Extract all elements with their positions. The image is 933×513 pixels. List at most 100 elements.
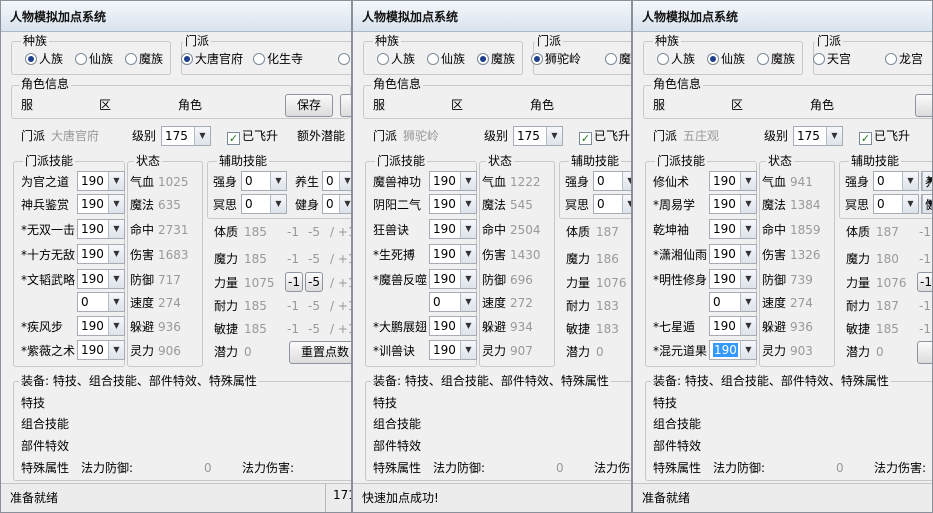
chevron-down-icon[interactable]: ▼ bbox=[740, 172, 756, 190]
race-option-1[interactable]: 仙族 bbox=[427, 52, 465, 67]
chevron-down-icon[interactable]: ▼ bbox=[108, 195, 124, 213]
skill-level-5[interactable]: 0 ▼ bbox=[429, 292, 477, 312]
level-select[interactable]: 175 ▼ bbox=[513, 126, 563, 146]
chevron-down-icon[interactable]: ▼ bbox=[108, 317, 124, 335]
sect-option-0[interactable]: 狮驼岭 bbox=[531, 52, 581, 67]
chevron-down-icon[interactable]: ▼ bbox=[460, 245, 476, 263]
skill-level-7[interactable]: 190 ▼ bbox=[709, 340, 757, 360]
skill-level-1[interactable]: 190 ▼ bbox=[709, 194, 757, 214]
chevron-down-icon[interactable]: ▼ bbox=[740, 293, 756, 311]
sect-option-0[interactable]: 大唐官府 bbox=[181, 52, 243, 67]
radio-icon[interactable] bbox=[657, 53, 669, 65]
skill-level-3[interactable]: 190 ▼ bbox=[77, 244, 125, 264]
chevron-down-icon[interactable]: ▼ bbox=[108, 172, 124, 190]
radio-icon[interactable] bbox=[707, 53, 719, 65]
chevron-down-icon[interactable]: ▼ bbox=[460, 220, 476, 238]
chevron-down-icon[interactable]: ▼ bbox=[460, 317, 476, 335]
sect-option-1[interactable]: 化生寺 bbox=[253, 52, 303, 67]
skill-level-7[interactable]: 190 ▼ bbox=[77, 340, 125, 360]
race-option-2[interactable]: 魔族 bbox=[477, 52, 515, 67]
flew-checkbox[interactable]: ✓ 已飞升 bbox=[579, 129, 630, 145]
radio-icon[interactable] bbox=[605, 53, 617, 65]
race-option-0[interactable]: 人族 bbox=[25, 52, 63, 67]
skill-level-2[interactable]: 190 ▼ bbox=[77, 219, 125, 239]
minus5-button[interactable]: -5 bbox=[305, 272, 323, 292]
chevron-down-icon[interactable]: ▼ bbox=[339, 172, 351, 190]
save-button[interactable] bbox=[915, 94, 932, 117]
radio-icon[interactable] bbox=[377, 53, 389, 65]
reset-points-button[interactable]: 重置点数 bbox=[289, 341, 351, 364]
sect-option-0[interactable]: 天宫 bbox=[813, 52, 851, 67]
flew-checkbox[interactable]: ✓ 已飞升 bbox=[227, 129, 278, 145]
aux-skill-level-0[interactable]: 0▼ bbox=[241, 171, 287, 191]
skill-level-4[interactable]: 190 ▼ bbox=[77, 269, 125, 289]
chevron-down-icon[interactable]: ▼ bbox=[270, 195, 286, 213]
skill-level-0[interactable]: 190 ▼ bbox=[709, 171, 757, 191]
chevron-down-icon[interactable]: ▼ bbox=[460, 172, 476, 190]
skill-level-0[interactable]: 190 ▼ bbox=[77, 171, 125, 191]
chevron-down-icon[interactable]: ▼ bbox=[546, 127, 562, 145]
radio-icon[interactable] bbox=[427, 53, 439, 65]
skill-level-4[interactable]: 190 ▼ bbox=[429, 269, 477, 289]
skill-level-5[interactable]: 0 ▼ bbox=[709, 292, 757, 312]
skill-level-7[interactable]: 190 ▼ bbox=[429, 340, 477, 360]
skill-level-2[interactable]: 190 ▼ bbox=[429, 219, 477, 239]
chevron-down-icon[interactable]: ▼ bbox=[740, 341, 756, 359]
chevron-down-icon[interactable]: ▼ bbox=[740, 245, 756, 263]
race-option-1[interactable]: 仙族 bbox=[707, 52, 745, 67]
chevron-down-icon[interactable]: ▼ bbox=[194, 127, 210, 145]
aux-skill-level-1[interactable]: 0▼ bbox=[241, 194, 287, 214]
skill-level-6[interactable]: 190 ▼ bbox=[709, 316, 757, 336]
skill-level-3[interactable]: 190 ▼ bbox=[709, 244, 757, 264]
chevron-down-icon[interactable]: ▼ bbox=[460, 341, 476, 359]
minus1-button[interactable]: -1 bbox=[917, 272, 932, 292]
flew-checkbox[interactable]: ✓ 已飞升 bbox=[859, 129, 910, 145]
chevron-down-icon[interactable]: ▼ bbox=[108, 341, 124, 359]
chevron-down-icon[interactable]: ▼ bbox=[740, 195, 756, 213]
skill-level-3[interactable]: 190 ▼ bbox=[429, 244, 477, 264]
radio-icon[interactable] bbox=[757, 53, 769, 65]
chevron-down-icon[interactable]: ▼ bbox=[902, 172, 918, 190]
race-option-2[interactable]: 魔族 bbox=[757, 52, 795, 67]
level-select[interactable]: 175 ▼ bbox=[793, 126, 843, 146]
chevron-down-icon[interactable]: ▼ bbox=[740, 317, 756, 335]
chevron-down-icon[interactable]: ▼ bbox=[460, 293, 476, 311]
chevron-down-icon[interactable]: ▼ bbox=[108, 270, 124, 288]
radio-icon[interactable] bbox=[338, 53, 350, 65]
sect-option-1[interactable]: 龙宫 bbox=[885, 52, 923, 67]
radio-icon[interactable] bbox=[885, 53, 897, 65]
chevron-down-icon[interactable]: ▼ bbox=[460, 270, 476, 288]
check-icon[interactable]: ✓ bbox=[859, 132, 872, 145]
radio-icon[interactable] bbox=[477, 53, 489, 65]
chevron-down-icon[interactable]: ▼ bbox=[826, 127, 842, 145]
check-icon[interactable]: ✓ bbox=[227, 132, 240, 145]
sect-option-2[interactable]: 方 bbox=[338, 52, 351, 67]
skill-level-0[interactable]: 190 ▼ bbox=[429, 171, 477, 191]
skill-level-5[interactable]: 0 ▼ bbox=[77, 292, 125, 312]
race-option-0[interactable]: 人族 bbox=[377, 52, 415, 67]
skill-level-1[interactable]: 190 ▼ bbox=[429, 194, 477, 214]
radio-icon[interactable] bbox=[253, 53, 265, 65]
chevron-down-icon[interactable]: ▼ bbox=[108, 220, 124, 238]
sect-option-1[interactable]: 魔 bbox=[605, 52, 631, 67]
skill-level-1[interactable]: 190 ▼ bbox=[77, 194, 125, 214]
chevron-down-icon[interactable]: ▼ bbox=[270, 172, 286, 190]
aux-skill-level-1[interactable]: 0▼ bbox=[593, 194, 631, 214]
radio-icon[interactable] bbox=[813, 53, 825, 65]
race-option-2[interactable]: 魔族 bbox=[125, 52, 163, 67]
aux-skill-level-2[interactable]: 0▼ bbox=[322, 171, 351, 191]
reset-points-button[interactable] bbox=[917, 341, 932, 364]
aux-skill-level-3[interactable]: 0▼ bbox=[322, 194, 351, 214]
skill-level-2[interactable]: 190 ▼ bbox=[709, 219, 757, 239]
radio-icon[interactable] bbox=[181, 53, 193, 65]
radio-icon[interactable] bbox=[125, 53, 137, 65]
chevron-down-icon[interactable]: ▼ bbox=[902, 195, 918, 213]
skill-level-4[interactable]: 190 ▼ bbox=[709, 269, 757, 289]
chevron-down-icon[interactable]: ▼ bbox=[339, 195, 351, 213]
level-select[interactable]: 175 ▼ bbox=[161, 126, 211, 146]
save-extra-button[interactable] bbox=[340, 94, 351, 117]
race-option-0[interactable]: 人族 bbox=[657, 52, 695, 67]
skill-level-6[interactable]: 190 ▼ bbox=[429, 316, 477, 336]
race-option-1[interactable]: 仙族 bbox=[75, 52, 113, 67]
chevron-down-icon[interactable]: ▼ bbox=[740, 270, 756, 288]
